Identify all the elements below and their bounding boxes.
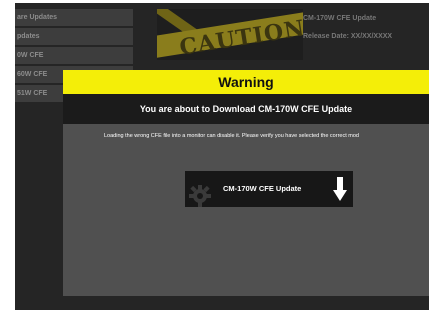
modal-message: Loading the wrong CFE file into a monito… [104, 133, 359, 139]
download-button[interactable]: CM-170W CFE Update [185, 171, 353, 207]
product-title: CM-170W CFE Update [303, 15, 377, 22]
gear-icon [189, 185, 211, 207]
caution-banner-image: CAUTION [157, 9, 303, 60]
sidebar-item-software-updates[interactable]: are Updates [15, 9, 133, 26]
product-info: CM-170W CFE Update Release Date: XX/XX/X… [303, 15, 392, 51]
release-date: Release Date: XX/XX/XXXX [303, 33, 393, 40]
sidebar-item-updates[interactable]: pdates [15, 28, 133, 45]
sidebar-item-0w-cfe[interactable]: 0W CFE [15, 47, 133, 64]
download-button-label: CM-170W CFE Update [223, 184, 302, 193]
browser-viewport: are Updates pdates 0W CFE 60W CFE 51W CF… [15, 3, 429, 310]
modal-title: Warning [63, 70, 429, 94]
modal-subtitle: You are about to Download CM-170W CFE Up… [63, 94, 429, 124]
warning-modal: Warning You are about to Download CM-170… [63, 70, 429, 296]
download-arrow-icon [333, 177, 347, 201]
